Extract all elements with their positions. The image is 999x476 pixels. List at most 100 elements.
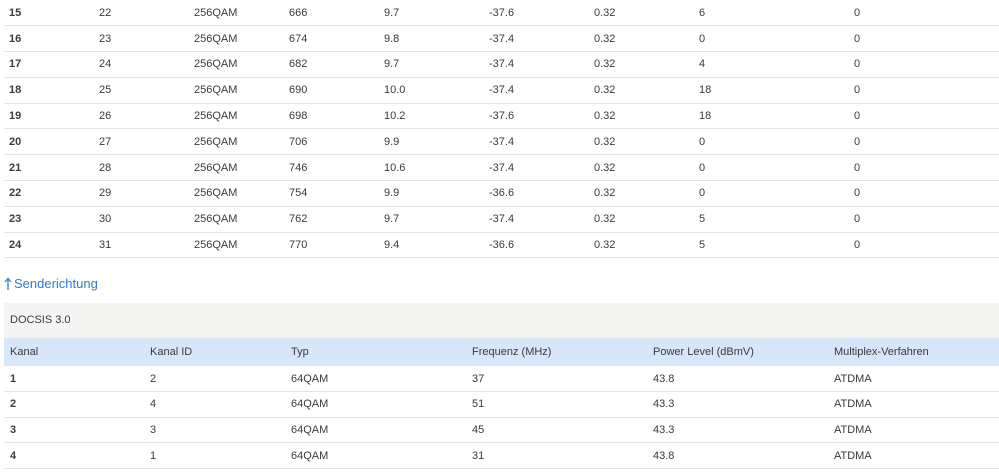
table-cell: 18	[699, 84, 712, 97]
table-cell: 24	[99, 58, 112, 71]
table-cell: 25	[99, 84, 112, 97]
table-cell: 43.8	[653, 449, 675, 462]
channel-number-cell: 17	[9, 58, 22, 71]
table-cell: 31	[99, 239, 112, 252]
table-row: 18 25 256QAM 690 10.0 -37.4 0.32 18 0	[4, 77, 999, 104]
table-cell: 9.9	[384, 135, 400, 148]
table-cell: -37.6	[489, 110, 515, 123]
table-cell: 0.32	[594, 58, 616, 71]
table-cell: 0	[699, 161, 706, 174]
table-cell: 27	[99, 135, 112, 148]
table-cell: 256QAM	[194, 84, 238, 97]
table-cell: 18	[699, 110, 712, 123]
table-cell: 666	[289, 6, 308, 19]
table-cell: 698	[289, 110, 308, 123]
table-cell: 64QAM	[291, 398, 329, 411]
table-cell: 0.32	[594, 6, 616, 19]
table-cell: 682	[289, 58, 308, 71]
table-cell: 30	[99, 213, 112, 226]
table-cell: 0.32	[594, 187, 616, 200]
table-row: 22 29 256QAM 754 9.9 -36.6 0.32 0 0	[4, 181, 999, 207]
table-cell: 10.6	[384, 161, 406, 174]
table-row: 15 22 256QAM 666 9.7 -37.6 0.32 6 0	[4, 0, 999, 26]
table-cell: 31	[472, 449, 485, 462]
table-cell: 5	[699, 213, 706, 226]
table-cell: 0	[854, 32, 861, 45]
table-cell: 26	[99, 110, 112, 123]
table-cell: 64QAM	[291, 372, 329, 385]
table-cell: 0.32	[594, 239, 616, 252]
table-cell: 754	[289, 187, 308, 200]
channel-number-cell: 3	[10, 423, 17, 436]
channel-number-cell: 20	[9, 135, 22, 148]
column-header: Frequenz (MHz)	[472, 346, 552, 358]
table-cell: 43.3	[653, 423, 675, 436]
table-cell: 0	[854, 6, 861, 19]
table-cell: 256QAM	[194, 161, 238, 174]
channel-number-cell: 2	[10, 398, 17, 411]
table-cell: 0	[854, 58, 861, 71]
table-row: 3 3 64QAM 45 43.3 ATDMA	[4, 417, 999, 443]
table-cell: 0	[854, 161, 861, 174]
table-row: 24 31 256QAM 770 9.4 -36.6 0.32 5 0	[4, 232, 999, 258]
table-cell: 256QAM	[194, 110, 238, 123]
table-cell: 762	[289, 213, 308, 226]
upstream-block: DOCSIS 3.0 Kanal Kanal ID Typ Frequenz (…	[4, 303, 999, 469]
table-cell: -37.4	[489, 58, 515, 71]
table-cell: 9.7	[384, 6, 400, 19]
table-cell: 770	[289, 239, 308, 252]
upstream-table-header-row: Kanal Kanal ID Typ Frequenz (MHz) Power …	[4, 338, 999, 366]
table-cell: 0	[854, 135, 861, 148]
channel-number-cell: 23	[9, 213, 22, 226]
table-cell: 43.8	[653, 372, 675, 385]
arrow-up-icon	[4, 277, 12, 291]
table-row: 20 27 256QAM 706 9.9 -37.4 0.32 0 0	[4, 129, 999, 155]
table-cell: 0	[854, 239, 861, 252]
table-cell: 0.32	[594, 213, 616, 226]
channel-number-cell: 1	[10, 372, 17, 385]
table-cell: 9.4	[384, 239, 400, 252]
table-cell: 0	[854, 213, 861, 226]
table-cell: 0	[699, 135, 706, 148]
table-cell: 10.2	[384, 110, 406, 123]
table-cell: 5	[699, 239, 706, 252]
column-header: Typ	[291, 346, 309, 358]
table-cell: -37.4	[489, 32, 515, 45]
table-cell: 4	[150, 398, 157, 411]
table-cell: ATDMA	[834, 372, 872, 385]
table-row: 19 26 256QAM 698 10.2 -37.6 0.32 18 0	[4, 103, 999, 129]
table-cell: 9.8	[384, 32, 400, 45]
table-cell: -37.6	[489, 6, 515, 19]
upstream-channel-table: Kanal Kanal ID Typ Frequenz (MHz) Power …	[4, 338, 999, 469]
table-cell: 0	[854, 84, 861, 97]
table-cell: 0.32	[594, 32, 616, 45]
table-cell: 9.7	[384, 213, 400, 226]
table-cell: -37.4	[489, 213, 515, 226]
table-cell: 37	[472, 372, 485, 385]
table-cell: 706	[289, 135, 308, 148]
table-cell: 0.32	[594, 84, 616, 97]
table-cell: 3	[150, 423, 157, 436]
column-header: Multiplex-Verfahren	[834, 346, 929, 358]
table-row: 23 30 256QAM 762 9.7 -37.4 0.32 5 0	[4, 206, 999, 233]
table-cell: 51	[472, 398, 485, 411]
table-cell: 29	[99, 187, 112, 200]
table-cell: 256QAM	[194, 239, 238, 252]
table-cell: -37.4	[489, 135, 515, 148]
table-cell: 0	[699, 187, 706, 200]
table-cell: ATDMA	[834, 398, 872, 411]
table-cell: 256QAM	[194, 135, 238, 148]
cable-modem-status-page: 15 22 256QAM 666 9.7 -37.6 0.32 6 0 16 23 256QAM 674…	[0, 0, 999, 476]
table-row: 16 23 256QAM 674 9.8 -37.4 0.32 0 0	[4, 26, 999, 52]
table-row: 21 28 256QAM 746 10.6 -37.4 0.32 0 0	[4, 155, 999, 181]
table-row: 1 2 64QAM 37 43.8 ATDMA	[4, 366, 999, 392]
table-cell: 6	[699, 6, 706, 19]
table-cell: 256QAM	[194, 32, 238, 45]
table-cell: 4	[699, 58, 706, 71]
column-header: Power Level (dBmV)	[653, 346, 754, 358]
upstream-section-heading: Senderichtung	[4, 276, 98, 291]
table-row: 17 24 256QAM 682 9.7 -37.4 0.32 4 0	[4, 52, 999, 78]
table-cell: 674	[289, 32, 308, 45]
table-cell: 9.7	[384, 58, 400, 71]
table-cell: 43.3	[653, 398, 675, 411]
